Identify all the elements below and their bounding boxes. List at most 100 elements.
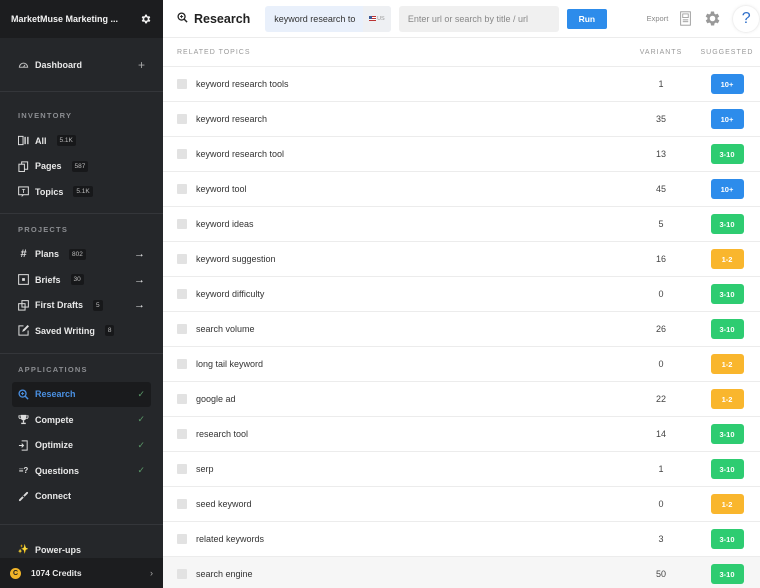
- variants-cell: 13: [655, 149, 666, 159]
- dashboard-label: Dashboard: [35, 59, 83, 70]
- row-checkbox[interactable]: [177, 149, 187, 159]
- topic-cell: keyword tool: [196, 184, 247, 194]
- add-dashboard-icon[interactable]: +: [138, 58, 145, 72]
- sidebar-item-research[interactable]: Research ✓: [12, 381, 151, 407]
- count-badge: 8: [104, 325, 115, 337]
- table-row[interactable]: keyword tool 45 10+: [163, 172, 760, 207]
- table-row[interactable]: research tool 14 3-10: [163, 417, 760, 452]
- arrow-right-icon[interactable]: →: [134, 299, 145, 311]
- row-checkbox[interactable]: [177, 499, 187, 509]
- table-row[interactable]: seed keyword 0 1-2: [163, 487, 760, 522]
- row-checkbox[interactable]: [177, 219, 187, 229]
- sidebar-item-all[interactable]: All 5.1K: [0, 128, 163, 154]
- table-row[interactable]: keyword ideas 5 3-10: [163, 207, 760, 242]
- chevron-right-icon[interactable]: ›: [150, 568, 153, 578]
- document-icon[interactable]: [680, 11, 692, 26]
- edit-icon: [18, 325, 29, 336]
- search-icon: [18, 389, 29, 400]
- table-row[interactable]: keyword difficulty 0 3-10: [163, 277, 760, 312]
- credits-label: 1074 Credits: [31, 568, 82, 578]
- row-checkbox[interactable]: [177, 394, 187, 404]
- sidebar-item-plans[interactable]: # Plans 802 →: [0, 242, 163, 268]
- table-row[interactable]: long tail keyword 0 1-2: [163, 347, 760, 382]
- table-row[interactable]: serp 1 3-10: [163, 452, 760, 487]
- url-search-input[interactable]: Enter url or search by title / url: [398, 5, 560, 32]
- suggested-cell: 10+: [697, 109, 757, 129]
- variants-cell: 35: [655, 114, 666, 124]
- variants-cell: 16: [655, 254, 666, 264]
- gear-icon[interactable]: [140, 13, 152, 25]
- sidebar-item-questions[interactable]: ≡? Questions ✓: [0, 458, 163, 484]
- credits-bar[interactable]: C 1074 Credits ›: [0, 558, 163, 588]
- sidebar-item-dashboard[interactable]: Dashboard +: [0, 38, 163, 92]
- table-row[interactable]: related keywords 3 3-10: [163, 522, 760, 557]
- count-badge: 30: [70, 274, 84, 286]
- suggested-badge: 10+: [710, 109, 744, 129]
- count-badge: 5.1K: [56, 135, 76, 147]
- org-name[interactable]: MarketMuse Marketing ...: [11, 14, 118, 24]
- row-checkbox[interactable]: [177, 359, 187, 369]
- row-checkbox[interactable]: [177, 464, 187, 474]
- top-bar: Research keyword research to US Enter ur…: [163, 0, 760, 38]
- header-related-topics[interactable]: RELATED TOPICS: [177, 49, 631, 56]
- header-variants[interactable]: VARIANTS: [631, 49, 691, 56]
- drafts-icon: [18, 299, 29, 311]
- row-checkbox[interactable]: [177, 184, 187, 194]
- suggested-badge: 1-2: [710, 354, 744, 374]
- arrow-right-icon[interactable]: →: [134, 248, 145, 260]
- row-checkbox[interactable]: [177, 79, 187, 89]
- suggested-cell: 1-2: [697, 249, 757, 269]
- settings-gear-icon[interactable]: [703, 9, 722, 28]
- sidebar-item-pages[interactable]: Pages 587: [0, 154, 163, 180]
- sidebar-item-compete[interactable]: Compete ✓: [0, 407, 163, 433]
- variants-cell: 26: [655, 324, 666, 334]
- sidebar: MarketMuse Marketing ... Dashboard + INV…: [0, 0, 163, 588]
- table-body: keyword research tools 1 10+ keyword resear…: [163, 67, 760, 588]
- row-checkbox[interactable]: [177, 289, 187, 299]
- variants-cell: 22: [655, 394, 666, 404]
- table-row[interactable]: search volume 26 3-10: [163, 312, 760, 347]
- sidebar-item-topics[interactable]: T Topics 5.1K: [0, 179, 163, 205]
- check-icon: ✓: [137, 439, 145, 450]
- brief-icon: [18, 274, 29, 286]
- table-row[interactable]: search engine 50 3-10: [163, 557, 760, 588]
- sidebar-item-saved-writing[interactable]: Saved Writing 8: [0, 318, 163, 344]
- row-checkbox[interactable]: [177, 534, 187, 544]
- row-checkbox[interactable]: [177, 254, 187, 264]
- suggested-badge: 3-10: [710, 459, 744, 479]
- table-row[interactable]: google ad 22 1-2: [163, 382, 760, 417]
- keyword-input[interactable]: keyword research to US: [265, 5, 391, 32]
- sidebar-item-optimize[interactable]: Optimize ✓: [0, 433, 163, 459]
- suggested-cell: 3-10: [697, 144, 757, 164]
- run-button[interactable]: Run: [567, 8, 607, 29]
- table-row[interactable]: keyword research tool 13 3-10: [163, 137, 760, 172]
- check-icon: ✓: [137, 388, 145, 399]
- variants-cell: 3: [658, 534, 664, 544]
- row-checkbox[interactable]: [177, 429, 187, 439]
- table-row[interactable]: keyword suggestion 16 1-2: [163, 242, 760, 277]
- row-checkbox[interactable]: [177, 569, 187, 579]
- sidebar-item-briefs[interactable]: Briefs 30 →: [0, 267, 163, 293]
- sidebar-item-label: Pages: [35, 161, 62, 172]
- related-topics-table: RELATED TOPICS VARIANTS SUGGESTED keywor…: [163, 38, 760, 588]
- topic-cell: google ad: [196, 394, 236, 404]
- sidebar-item-connect[interactable]: Connect: [0, 484, 163, 510]
- row-checkbox[interactable]: [177, 324, 187, 334]
- page-title-text: Research: [194, 11, 251, 26]
- keyword-input-value: keyword research to: [274, 13, 356, 24]
- arrow-right-icon[interactable]: →: [134, 274, 145, 286]
- help-button[interactable]: ?: [732, 4, 760, 33]
- table-row[interactable]: keyword research tools 1 10+: [163, 67, 760, 102]
- country-select[interactable]: US: [362, 5, 391, 32]
- suggested-cell: 3-10: [697, 459, 757, 479]
- sidebar-item-first-drafts[interactable]: First Drafts 5 →: [0, 293, 163, 319]
- header-suggested[interactable]: SUGGESTED: [697, 49, 757, 56]
- export-button[interactable]: Export: [647, 14, 669, 23]
- variants-cell: 1: [658, 464, 664, 474]
- suggested-badge: 3-10: [710, 564, 744, 584]
- sidebar-item-label: Power-ups: [35, 544, 82, 555]
- row-checkbox[interactable]: [177, 114, 187, 124]
- link-icon: [18, 491, 29, 502]
- section-projects: PROJECTS: [18, 224, 69, 234]
- table-row[interactable]: keyword research 35 10+: [163, 102, 760, 137]
